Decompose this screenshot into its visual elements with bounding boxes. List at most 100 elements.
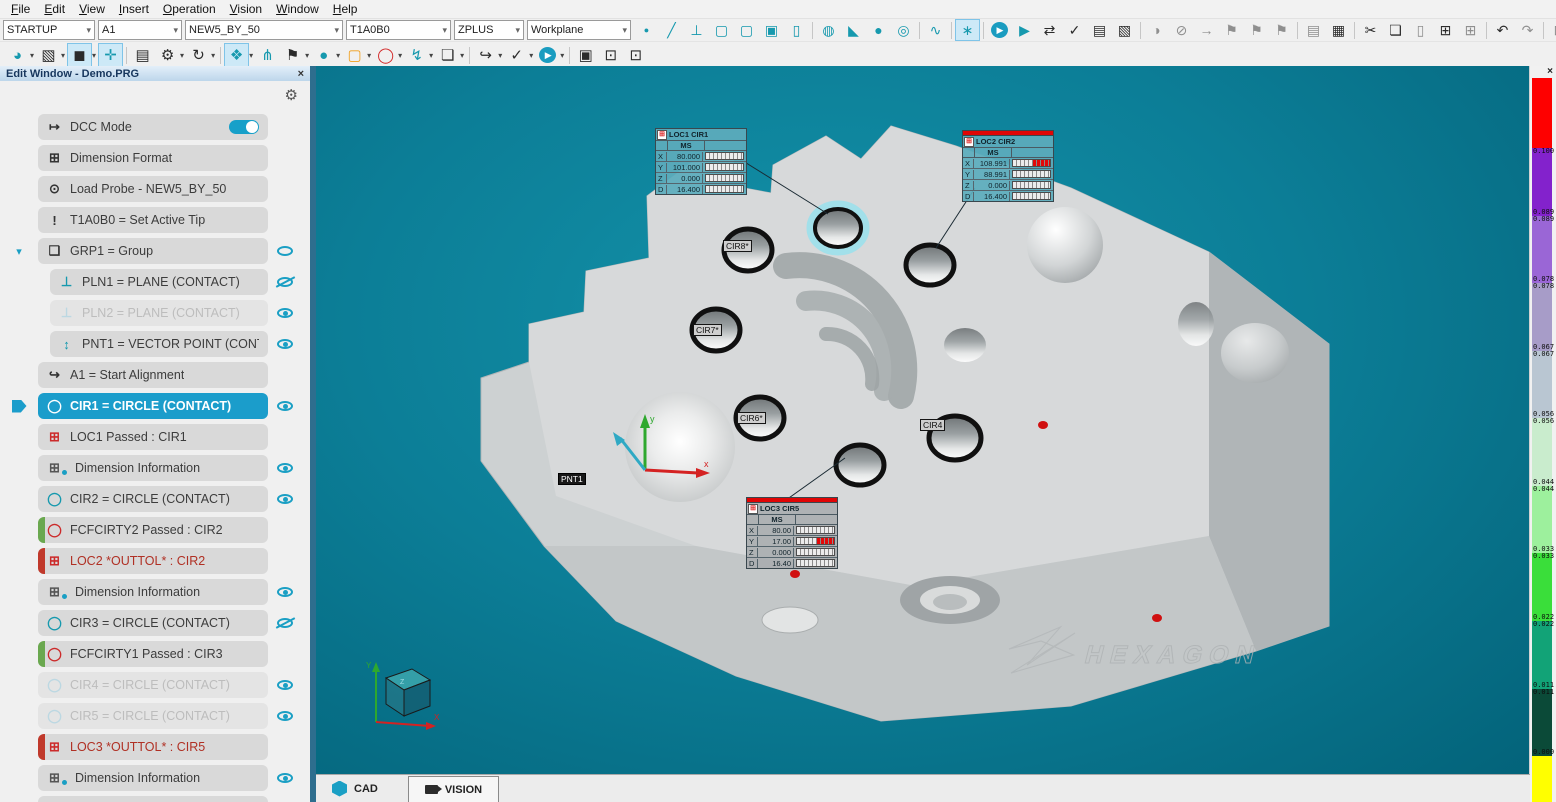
program-item-cir4[interactable]: ◯CIR4 = CIRCLE (CONTACT) xyxy=(0,672,302,698)
program-item-cir2[interactable]: ◯CIR2 = CIRCLE (CONTACT) xyxy=(0,486,302,512)
visibility-eye-icon[interactable] xyxy=(277,246,293,256)
program-item-cir3[interactable]: ◯CIR3 = CIRCLE (CONTACT) xyxy=(0,610,302,636)
program-item-a1[interactable]: ↪A1 = Start Alignment xyxy=(0,362,302,388)
menu-view[interactable]: View xyxy=(72,1,112,17)
menu-operation[interactable]: Operation xyxy=(156,1,223,17)
view-cube[interactable]: Y X Z xyxy=(366,661,440,730)
plane-feature-icon[interactable]: ⊥ xyxy=(684,19,709,41)
visibility-eye-icon[interactable] xyxy=(277,618,293,628)
startup-combo[interactable]: STARTUP▾ xyxy=(3,20,95,40)
quick-path-icon[interactable]: ↯ xyxy=(404,43,429,67)
menu-file[interactable]: File xyxy=(4,1,37,17)
tab-vision[interactable]: VISION xyxy=(408,776,499,802)
program-item-set-active-tip[interactable]: !T1A0B0 = Set Active Tip xyxy=(0,207,302,233)
command-pill-a1[interactable]: ↪A1 = Start Alignment xyxy=(38,362,268,388)
expand-arrow-icon[interactable]: ▾ xyxy=(16,245,22,258)
command-pill-pln2[interactable]: ⊥PLN2 = PLANE (CONTACT) xyxy=(50,300,268,326)
program-item-pln2[interactable]: ⊥PLN2 = PLANE (CONTACT) xyxy=(0,300,302,326)
sphere-feature-icon[interactable]: ● xyxy=(866,19,891,41)
execute-icon[interactable]: ▶ xyxy=(535,43,560,67)
visibility-eye-icon[interactable] xyxy=(277,587,293,597)
command-pill-cir5[interactable]: ◯CIR5 = CIRCLE (CONTACT) xyxy=(38,703,268,729)
menu-window[interactable]: Window xyxy=(269,1,326,17)
solid-view-icon-dropdown[interactable]: ▾ xyxy=(92,51,96,60)
path-optimization-gears-icon-dropdown[interactable]: ▾ xyxy=(180,51,184,60)
feature-tag-cir6[interactable]: CIR6* xyxy=(737,412,766,424)
program-item-pln1[interactable]: ⊥PLN1 = PLANE (CONTACT) xyxy=(0,269,302,295)
report-skip-icon[interactable]: ▧ xyxy=(1112,19,1137,41)
command-pill-cir1[interactable]: ◯CIR1 = CIRCLE (CONTACT) xyxy=(38,393,268,419)
cylinder-feature-icon[interactable]: ◍ xyxy=(816,19,841,41)
auto-feature-icon[interactable]: ∗ xyxy=(955,19,980,41)
active-tip-combo[interactable]: T1A0B0▾ xyxy=(346,20,451,40)
visibility-eye-icon[interactable] xyxy=(277,463,293,473)
line-feature-icon[interactable]: ╱ xyxy=(659,19,684,41)
box-gage-icon[interactable]: ▢ xyxy=(342,43,367,67)
curve-feature-icon[interactable]: ∿ xyxy=(923,19,948,41)
circle-gage-icon[interactable]: ◯ xyxy=(373,43,398,67)
probe-mode-icon-dropdown[interactable]: ▾ xyxy=(30,51,34,60)
square-slot-feature-icon[interactable]: ▣ xyxy=(759,19,784,41)
command-pill-loc1[interactable]: ⊞LOC1 Passed : CIR1 xyxy=(38,424,268,450)
feature-flag-icon-dropdown[interactable]: ▾ xyxy=(305,51,309,60)
command-pill-pln1[interactable]: ⊥PLN1 = PLANE (CONTACT) xyxy=(50,269,268,295)
command-pill-dimension-format[interactable]: ⊞Dimension Format xyxy=(38,145,268,171)
graph-window-icon[interactable]: ⊡ xyxy=(623,43,648,67)
undo-icon[interactable]: ↶ xyxy=(1490,19,1515,41)
print-icon[interactable]: ⊡ xyxy=(1547,19,1556,41)
visibility-eye-icon[interactable] xyxy=(277,773,293,783)
command-pill-pnt1[interactable]: ↕PNT1 = VECTOR POINT (CONTA( xyxy=(50,331,268,357)
cad-viewport[interactable]: y x HEXAGON Y X Z CIR8* CIR7* CIR6* CIR4… xyxy=(316,66,1530,775)
point-feature-icon[interactable]: ● xyxy=(634,19,659,41)
half-moon-mode-icon[interactable]: ◑ xyxy=(1144,19,1169,41)
window-layout-icon-dropdown[interactable]: ▾ xyxy=(460,51,464,60)
solid-view-icon[interactable]: ◼ xyxy=(67,43,92,67)
bookmark-pin-icon[interactable]: ⚑ xyxy=(1244,19,1269,41)
rotate-view-icon-dropdown[interactable]: ▾ xyxy=(211,51,215,60)
command-pill-dcc-mode[interactable]: ↦DCC Mode xyxy=(38,114,268,140)
probe-mode-icon[interactable]: ◕ xyxy=(5,43,30,67)
workplane-label-combo[interactable]: Workplane▾ xyxy=(527,20,631,40)
rectangle-feature-icon[interactable]: ▯ xyxy=(784,19,809,41)
mark-check-icon-dropdown[interactable]: ▾ xyxy=(529,51,533,60)
jump-to-icon[interactable]: → xyxy=(1194,19,1219,41)
probe-path-icon[interactable]: ↪ xyxy=(473,43,498,67)
dcc-mode-toggle[interactable] xyxy=(229,120,259,134)
mark-done-icon[interactable]: ✓ xyxy=(1062,19,1087,41)
cone-feature-icon[interactable]: ◣ xyxy=(841,19,866,41)
cut-icon[interactable]: ✂ xyxy=(1358,19,1383,41)
program-item-loc3[interactable]: ⊞LOC3 *OUTTOL* : CIR5 xyxy=(0,734,302,760)
report-check-icon[interactable]: ▤ xyxy=(1087,19,1112,41)
program-item-dimension-format[interactable]: ⊞Dimension Format xyxy=(0,145,302,171)
program-item-dcc-mode[interactable]: ↦DCC Mode xyxy=(0,114,302,140)
copy-icon[interactable]: ❏ xyxy=(1383,19,1408,41)
paste-special-icon[interactable]: ⊞ xyxy=(1433,19,1458,41)
circle-gage-icon-dropdown[interactable]: ▾ xyxy=(398,51,402,60)
pan-view-icon[interactable]: ✛ xyxy=(98,43,123,67)
program-item-grp1[interactable]: ▾ ❏GRP1 = Group xyxy=(0,238,302,264)
gear-icon[interactable]: ⚙ xyxy=(285,86,298,104)
command-pill-dim-info-1[interactable]: ⊞Dimension Information xyxy=(38,455,268,481)
path-optimization-gears-icon[interactable]: ⚙ xyxy=(155,43,180,67)
bookmark-clear-icon[interactable]: ⚑ xyxy=(1269,19,1294,41)
menu-edit[interactable]: Edit xyxy=(37,1,72,17)
close-icon[interactable]: × xyxy=(298,68,304,80)
command-pill-grp1[interactable]: ❏GRP1 = Group xyxy=(38,238,268,264)
probe-path-icon-dropdown[interactable]: ▾ xyxy=(498,51,502,60)
command-pill-cir3[interactable]: ◯CIR3 = CIRCLE (CONTACT) xyxy=(38,610,268,636)
feature-tag-cir7[interactable]: CIR7* xyxy=(693,324,722,336)
menu-help[interactable]: Help xyxy=(326,1,365,17)
program-item-loc2[interactable]: ⊞LOC2 *OUTTOL* : CIR2 xyxy=(0,548,302,574)
dimension-label-loc1-cir1[interactable]: ⊞LOC1 CIR1MSX80.000Y101.000Z0.000D16.400 xyxy=(655,128,747,195)
visibility-eye-icon[interactable] xyxy=(277,339,293,349)
program-item-loc1[interactable]: ⊞LOC1 Passed : CIR1 xyxy=(0,424,302,450)
command-pill-load-probe[interactable]: ⊙Load Probe - NEW5_BY_50 xyxy=(38,176,268,202)
probe-toggle-icon[interactable]: ⋔ xyxy=(255,43,280,67)
visibility-eye-icon[interactable] xyxy=(277,308,293,318)
visibility-eye-icon[interactable] xyxy=(277,680,293,690)
tab-cad[interactable]: CAD xyxy=(316,775,394,802)
snapshot-camera-icon[interactable]: ▣ xyxy=(573,43,598,67)
feature-tag-pnt1[interactable]: PNT1 xyxy=(558,473,586,485)
quick-path-icon-dropdown[interactable]: ▾ xyxy=(429,51,433,60)
program-item-dim-info-3[interactable]: ⊞Dimension Information xyxy=(0,765,302,791)
